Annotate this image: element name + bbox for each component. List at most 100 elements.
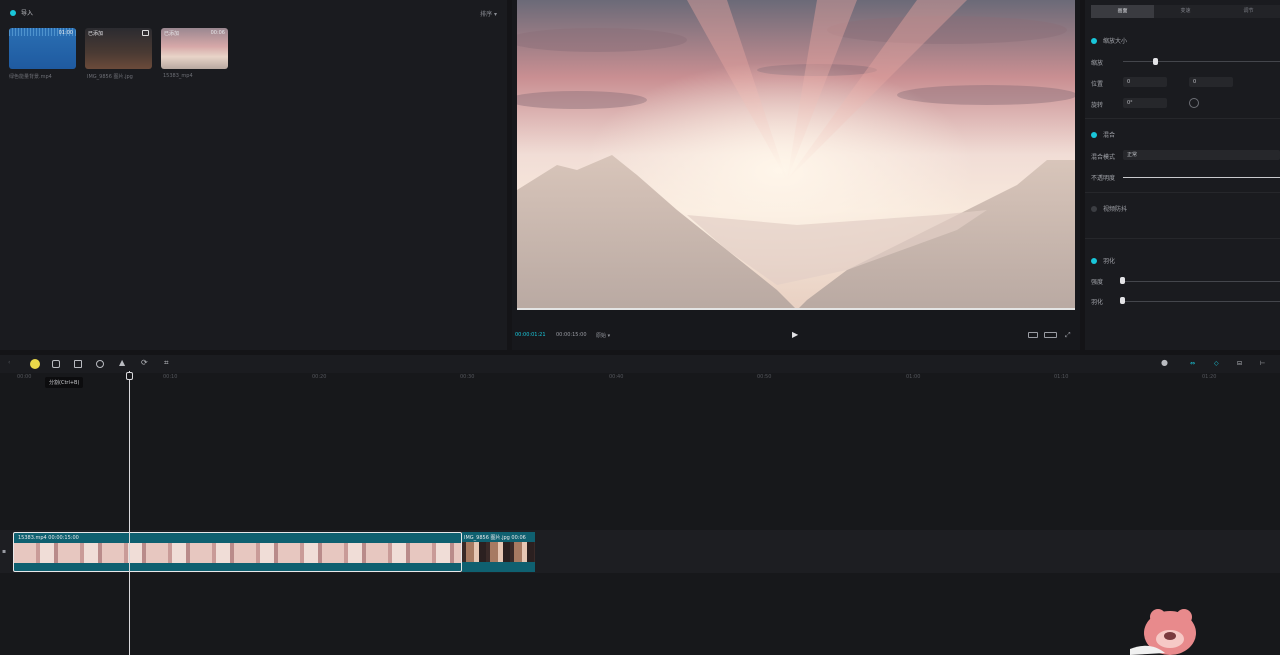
pos-x-field[interactable]: 0 [1123, 77, 1167, 87]
added-badge: 已添加 [164, 31, 180, 37]
zoom-fit-icon[interactable]: ⊢ [1260, 360, 1272, 370]
media-item[interactable]: 01:00 [9, 28, 76, 69]
edge-feather-handle[interactable] [1120, 297, 1125, 304]
fullscreen-icon[interactable]: ⤢ [1065, 331, 1071, 340]
rotation-field[interactable]: 0° [1123, 98, 1167, 108]
stabilize-section-label: 视频防抖 [1103, 206, 1128, 213]
tab-adjust[interactable]: 调节 [1217, 5, 1280, 18]
image-icon [142, 30, 149, 36]
media-name: IMG_9856 图片.jpg [87, 74, 133, 80]
quality-label: 原始 [596, 333, 607, 339]
import-label: 导入 [21, 10, 34, 17]
clip-filmstrip [462, 542, 535, 562]
edge-feather-row: 羽化 [1091, 297, 1103, 306]
clip-filmstrip [14, 543, 461, 563]
scale-slider-handle[interactable] [1153, 58, 1158, 65]
mirror-icon[interactable]: ▲ [119, 358, 129, 368]
stabilize-toggle-icon[interactable] [1091, 205, 1097, 212]
blend-mode-select[interactable]: 正常 [1123, 150, 1280, 160]
quality-dropdown[interactable]: 原始 ▾ [596, 332, 610, 339]
timeline-toolbar: ‹ ▲ ⟳ ⌗ ● ⇔ ◇ ⊟ ⊢ [0, 355, 1280, 373]
divider [1085, 192, 1280, 193]
play-icon[interactable]: ▶ [792, 330, 798, 339]
reverse-icon[interactable] [96, 360, 104, 368]
position-label: 位置 [1091, 81, 1104, 88]
time-ruler[interactable]: 00:00 00:10 00:20 00:30 00:40 00:50 01:0… [0, 373, 1280, 383]
snap-icon[interactable]: ◇ [1214, 360, 1226, 370]
edge-strength-handle[interactable] [1120, 277, 1125, 284]
tab-picture[interactable]: 画面 [1091, 5, 1154, 18]
playhead[interactable] [129, 371, 130, 655]
media-item[interactable]: 已添加 00:06 [161, 28, 228, 69]
edge-strength-row: 强度 [1091, 277, 1103, 286]
ratio-icon[interactable] [1028, 332, 1038, 338]
rotation-label: 旋转 [1091, 102, 1104, 109]
import-button[interactable]: 导入 [10, 8, 33, 17]
divider [1085, 238, 1280, 239]
basic-section-label: 缩放大小 [1103, 38, 1128, 45]
media-duration: 01:00 [58, 30, 73, 36]
edge-feather-label: 羽化 [1091, 299, 1104, 306]
sunset-mountain-frame [517, 0, 1075, 308]
blend-mode-value: 正常 [1127, 152, 1138, 158]
track-lock-icon[interactable]: ▪ [2, 548, 6, 555]
pos-x-value: 0 [1127, 79, 1131, 85]
divider [1085, 118, 1280, 119]
tab-speed[interactable]: 变速 [1154, 5, 1217, 18]
edge-feather-slider[interactable] [1123, 301, 1280, 302]
added-badge: 已添加 [88, 31, 104, 37]
edge-section-label: 羽化 [1103, 258, 1116, 265]
media-name: 15383_mp4 [163, 73, 193, 79]
opacity-label: 不透明度 [1091, 175, 1116, 182]
blend-toggle-icon[interactable] [1091, 131, 1097, 138]
undo-icon[interactable]: ‹ [8, 359, 18, 369]
link-icon[interactable]: ⇔ [1190, 360, 1204, 370]
delete-icon[interactable] [52, 360, 60, 368]
video-clip[interactable]: 15383.mp4 00:00:15:00 [13, 532, 462, 572]
image-clip[interactable]: IMG_9856 图片.jpg 00:06 [462, 532, 535, 572]
ruler-tick: 00:00 [17, 374, 32, 380]
sort-label: 排序 [480, 11, 493, 18]
blend-mode-label: 混合模式 [1091, 154, 1116, 161]
ruler-tick: 00:20 [312, 374, 327, 380]
rotate-icon[interactable] [1189, 98, 1199, 108]
blend-section-label: 混合 [1103, 132, 1116, 139]
clip-label: IMG_9856 图片.jpg 00:06 [464, 535, 526, 541]
ruler-tick: 01:20 [1202, 374, 1217, 380]
rotation-value: 0° [1127, 100, 1133, 106]
blend-mode-row: 混合模式 [1091, 152, 1115, 161]
clip-label: 15383.mp4 00:00:15:00 [18, 535, 79, 541]
pos-y-field[interactable]: 0 [1189, 77, 1233, 87]
inspector-panel: 画面 变速 调节 缩放大小 缩放 位置 0 0 旋转 0° 混合 混合模式 正常… [1085, 0, 1280, 350]
stabilize-section-header[interactable]: 视频防抖 [1091, 204, 1127, 213]
ruler-tick: 00:50 [757, 374, 772, 380]
edge-section-header[interactable]: 羽化 [1091, 256, 1115, 265]
aspect-icon[interactable] [1044, 332, 1057, 338]
freeze-icon[interactable] [74, 360, 82, 368]
media-panel: 导入 排序 ▾ 01:00 绿色能量背景.mp4 已添加 IMG_9856 图片… [0, 0, 507, 350]
playhead-handle[interactable] [126, 372, 133, 380]
basic-section-header[interactable]: 缩放大小 [1091, 36, 1127, 45]
opacity-slider[interactable] [1123, 177, 1280, 178]
preview-axis-icon[interactable]: ⊟ [1237, 360, 1249, 370]
edge-toggle-icon[interactable] [1091, 257, 1097, 264]
position-row: 位置 [1091, 79, 1103, 88]
sort-dropdown[interactable]: 排序 ▾ [480, 9, 497, 18]
edge-strength-slider[interactable] [1123, 281, 1280, 282]
blend-section-header[interactable]: 混合 [1091, 130, 1115, 139]
pos-y-value: 0 [1193, 79, 1197, 85]
edge-strength-label: 强度 [1091, 279, 1104, 286]
rotate-icon[interactable]: ⟳ [141, 358, 151, 368]
import-icon [10, 9, 16, 16]
basic-toggle-icon[interactable] [1091, 37, 1097, 44]
crop-icon[interactable]: ⌗ [164, 358, 174, 368]
scale-label: 缩放 [1091, 60, 1104, 67]
video-preview[interactable] [517, 0, 1075, 310]
media-item[interactable]: 已添加 [85, 28, 152, 69]
mascot-sticker [1130, 609, 1196, 655]
scale-slider[interactable] [1123, 61, 1280, 62]
scale-row: 缩放 [1091, 58, 1103, 67]
split-icon[interactable] [30, 359, 40, 369]
microphone-icon[interactable]: ● [1161, 358, 1171, 368]
timeline-panel: ‹ ▲ ⟳ ⌗ ● ⇔ ◇ ⊟ ⊢ 分割(Ctrl+B) 00:00 00:10… [0, 355, 1280, 655]
